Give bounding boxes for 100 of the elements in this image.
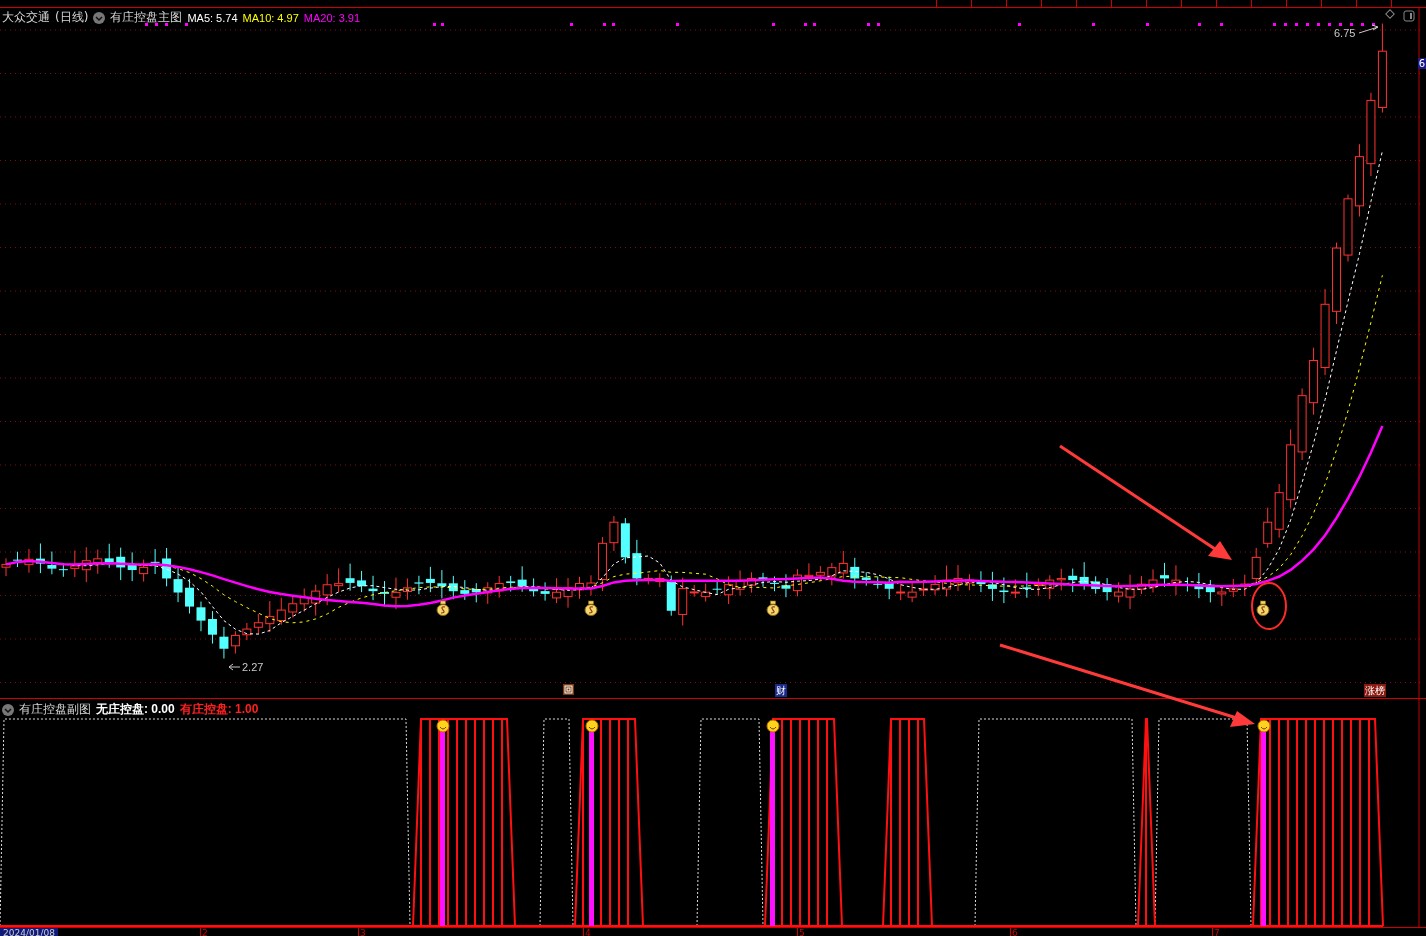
money-bag-icon <box>436 600 450 616</box>
candlestick <box>276 597 286 626</box>
indicator-value: 有庄控盘: 1.00 <box>179 701 259 718</box>
candlestick <box>437 569 447 599</box>
money-bag-icon <box>1256 600 1270 616</box>
candlestick <box>930 574 940 596</box>
candlestick <box>770 575 779 592</box>
candlestick <box>93 549 103 575</box>
candlestick <box>1022 572 1032 599</box>
candlestick <box>70 550 80 578</box>
smiley-icon <box>766 719 780 733</box>
candlestick <box>609 515 619 552</box>
candlestick <box>207 610 217 645</box>
candlestick <box>563 577 573 609</box>
candlestick <box>1033 577 1043 597</box>
candlestick <box>999 577 1009 604</box>
frame-marker-icon <box>563 684 574 695</box>
candlestick <box>529 577 539 597</box>
candlestick <box>345 563 355 592</box>
candlestick <box>976 570 986 593</box>
month-label: 4 <box>583 928 591 936</box>
candlestick <box>311 584 321 617</box>
candlestick <box>953 564 963 592</box>
ma-value: MA20: 3.91 <box>303 11 361 24</box>
highlight-ellipse <box>1251 582 1287 630</box>
month-label: 2 <box>200 928 208 936</box>
candlestick <box>804 562 814 582</box>
candlestick <box>242 622 252 641</box>
diamond-icon <box>1385 9 1395 19</box>
pointer-arrow-icon <box>1358 24 1379 34</box>
candlestick <box>288 595 298 619</box>
candlestick <box>173 566 183 603</box>
candlestick <box>322 573 332 606</box>
candlestick <box>81 546 91 583</box>
candlestick <box>139 559 149 583</box>
candlestick <box>460 579 470 601</box>
price-tag: 6 <box>1417 58 1426 69</box>
candlestick <box>1148 568 1158 593</box>
candlestick <box>1079 561 1089 591</box>
candlestick <box>781 573 791 598</box>
candlestick <box>1205 579 1215 603</box>
event-marker[interactable]: 涨榜 <box>1364 684 1386 697</box>
candlestick <box>965 573 974 591</box>
candlestick <box>701 583 711 603</box>
candlestick <box>357 570 367 593</box>
smiley-icon <box>585 719 599 733</box>
candlestick <box>1056 568 1066 591</box>
candlestick <box>1343 194 1353 263</box>
date-label: 2024/01/08 <box>0 928 58 936</box>
candlestick <box>150 548 160 575</box>
candlestick <box>334 567 344 593</box>
dropdown-icon[interactable] <box>2 703 14 716</box>
candlestick <box>1091 575 1101 595</box>
candlestick <box>127 551 137 582</box>
candlestick <box>838 550 848 579</box>
indicator-value: 无庄控盘: 0.00 <box>96 701 175 718</box>
candlestick <box>185 578 194 614</box>
candlestick <box>368 575 378 601</box>
candlestick <box>540 581 550 602</box>
candlestick <box>299 588 309 613</box>
candlestick <box>1010 578 1020 599</box>
layout-toggle-icon <box>1403 10 1415 22</box>
candlestick <box>1045 574 1055 600</box>
candlestick <box>425 566 435 593</box>
candlestick <box>987 571 997 602</box>
candlestick <box>1102 577 1112 601</box>
candlestick <box>919 580 929 597</box>
smiley-icon <box>1257 719 1271 733</box>
candlestick <box>620 517 630 564</box>
candlestick <box>1309 347 1319 416</box>
candlestick <box>162 547 172 587</box>
candlestick <box>896 583 906 601</box>
candlestick <box>471 582 481 603</box>
candlestick <box>1274 483 1284 539</box>
candlestick <box>1159 562 1169 588</box>
candlestick <box>104 543 114 569</box>
candlestick <box>815 565 825 582</box>
month-label: 6 <box>1010 928 1018 936</box>
pointer-arrow-icon <box>228 663 241 671</box>
stock-name: 大众交通 <box>2 9 50 26</box>
candlestick <box>792 568 802 597</box>
candlestick <box>414 575 424 595</box>
candlestick <box>12 551 22 568</box>
candlestick <box>724 575 734 605</box>
candlestick <box>219 626 229 660</box>
candlestick <box>116 547 126 581</box>
candlestick <box>1068 568 1078 593</box>
candlestick <box>494 575 504 599</box>
month-label: 3 <box>358 928 366 936</box>
indicator-name[interactable]: 有庄控盘副图 <box>19 701 91 718</box>
dropdown-icon[interactable] <box>93 11 106 24</box>
candlestick <box>380 580 389 607</box>
candlestick <box>1263 507 1273 549</box>
candlestick <box>35 543 45 574</box>
candlestick <box>483 581 493 605</box>
event-marker[interactable]: 财 <box>775 684 787 697</box>
candlestick <box>253 613 263 635</box>
indicator-name[interactable]: 有庄控盘主图 <box>110 9 183 26</box>
candlestick <box>942 565 952 597</box>
candlestick <box>196 601 206 632</box>
